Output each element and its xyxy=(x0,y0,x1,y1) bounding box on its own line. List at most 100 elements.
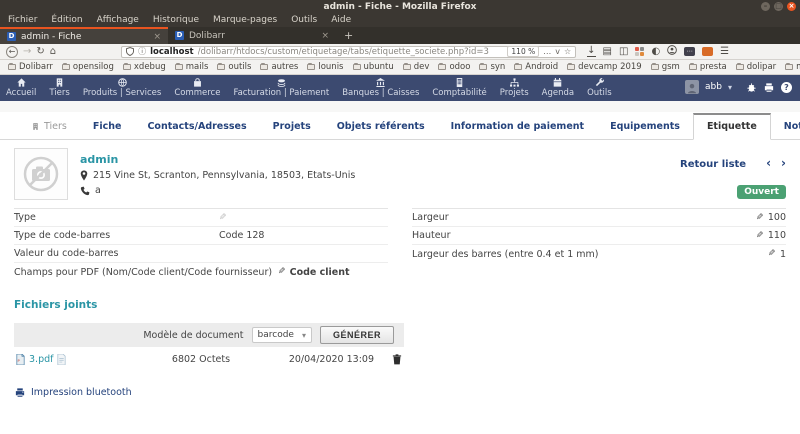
field-row-largeur: Largeur ✎100 xyxy=(412,209,786,227)
hamburger-menu-icon[interactable]: ☰ xyxy=(720,46,729,57)
pocket-icon[interactable]: v xyxy=(555,47,560,56)
menu-file[interactable]: Fichier xyxy=(8,15,37,25)
site-info-icon[interactable]: ⓘ xyxy=(138,46,146,57)
bug-icon[interactable] xyxy=(746,82,757,93)
edit-pencil-icon[interactable]: ✎ xyxy=(219,213,227,223)
close-button[interactable]: × xyxy=(787,2,796,11)
bookmark-folder[interactable]: ubuntu xyxy=(353,62,394,72)
sidebar-icon[interactable]: ◫ xyxy=(619,46,628,57)
calculator-icon xyxy=(454,77,465,88)
browser-tab-active[interactable]: D admin - Fiche × xyxy=(0,27,168,44)
tab-fiche[interactable]: Fiche xyxy=(80,115,135,139)
extension-badge-icon[interactable]: ⋯ xyxy=(684,47,695,56)
nav-facturation[interactable]: Facturation | Paiement xyxy=(233,77,329,98)
menu-view[interactable]: Affichage xyxy=(97,15,139,25)
nav-comptabilite[interactable]: Comptabilité xyxy=(432,77,486,98)
nav-commerce[interactable]: Commerce xyxy=(174,77,220,98)
container-icon[interactable]: ◐ xyxy=(651,46,660,57)
tab-information-paiement[interactable]: Information de paiement xyxy=(438,115,597,139)
minimize-button[interactable]: – xyxy=(761,2,770,11)
user-login[interactable]: abb xyxy=(705,82,722,92)
library-icon[interactable]: ▤ xyxy=(603,46,612,57)
help-icon[interactable]: ? xyxy=(781,82,792,93)
new-tab-button[interactable]: + xyxy=(336,27,361,44)
bookmark-folder[interactable]: autres xyxy=(260,62,298,72)
record-name: admin xyxy=(80,153,355,166)
bookmark-folder[interactable]: odoo xyxy=(438,62,470,72)
tab-notes[interactable]: Notes xyxy=(771,115,800,139)
tab-close-icon[interactable]: × xyxy=(153,32,161,42)
file-link[interactable]: 3.pdf xyxy=(29,354,53,365)
bookmark-folder[interactable]: syn xyxy=(479,62,505,72)
menu-bookmarks[interactable]: Marque-pages xyxy=(213,15,277,25)
document-model-select[interactable]: barcode ▾ xyxy=(252,327,312,343)
account-icon[interactable] xyxy=(667,45,677,58)
delete-trash-icon[interactable] xyxy=(392,354,402,365)
downloads-icon[interactable]: ↓ xyxy=(587,47,595,57)
prev-record-icon[interactable]: ‹ xyxy=(766,156,771,170)
tab-projets[interactable]: Projets xyxy=(260,115,324,139)
nav-produits-services[interactable]: Produits | Services xyxy=(83,77,162,98)
nav-banques[interactable]: Banques | Caisses xyxy=(342,77,419,98)
bookmark-folder[interactable]: opensilog xyxy=(62,62,114,72)
tab-contacts-adresses[interactable]: Contacts/Adresses xyxy=(134,115,259,139)
user-avatar[interactable] xyxy=(685,80,699,94)
record-phone[interactable]: a xyxy=(95,185,101,196)
attachments-section: Fichiers joints Modèle de document barco… xyxy=(0,281,800,371)
menu-help[interactable]: Aide xyxy=(331,15,351,25)
nav-outils[interactable]: Outils xyxy=(587,77,612,98)
next-record-icon[interactable]: › xyxy=(781,156,786,170)
nav-accueil[interactable]: Accueil xyxy=(6,77,36,98)
addon-icon[interactable] xyxy=(702,47,713,56)
extension-grid-icon[interactable] xyxy=(635,47,644,56)
bookmark-star-icon[interactable]: ☆ xyxy=(564,47,571,56)
menu-edit[interactable]: Édition xyxy=(51,15,82,25)
reload-button[interactable]: ↻ xyxy=(36,46,44,58)
tab-objets-referents[interactable]: Objets référents xyxy=(324,115,438,139)
bookmark-folder[interactable]: gsm xyxy=(651,62,680,72)
bluetooth-print-link[interactable]: Impression bluetooth xyxy=(31,387,132,398)
nav-agenda[interactable]: Agenda xyxy=(542,77,574,98)
bookmark-folder[interactable]: Dolibarr xyxy=(8,62,53,72)
folder-icon xyxy=(175,64,183,70)
generate-button[interactable]: GÉNÉRER xyxy=(320,326,394,344)
edit-pencil-icon[interactable]: ✎ xyxy=(756,231,764,241)
bookmark-folder[interactable]: xdebug xyxy=(123,62,166,72)
maximize-button[interactable]: □ xyxy=(774,2,783,11)
bookmark-folder[interactable]: mails xyxy=(175,62,209,72)
bookmark-folder[interactable]: dev xyxy=(403,62,430,72)
dolibarr-subbar xyxy=(0,101,800,112)
file-status-icon[interactable] xyxy=(57,354,66,365)
bookmark-folder[interactable]: devcamp 2019 xyxy=(567,62,642,72)
tab-etiquette[interactable]: Etiquette xyxy=(693,113,771,140)
nav-tiers[interactable]: Tiers xyxy=(49,77,69,98)
window-controls: – □ × xyxy=(761,2,796,11)
bookmark-folder[interactable]: presta xyxy=(689,62,727,72)
home-button[interactable]: ⌂ xyxy=(50,46,56,58)
nav-projets[interactable]: Projets xyxy=(500,77,529,98)
user-caret-icon[interactable]: ▾ xyxy=(728,83,732,92)
back-button[interactable]: ← xyxy=(6,46,18,58)
tab-close-icon[interactable]: × xyxy=(321,31,329,41)
bookmark-folder[interactable]: lounis xyxy=(307,62,343,72)
url-bar[interactable]: ⓘ localhost /dolibarr/htdocs/custom/etiq… xyxy=(121,46,576,58)
tab-equipements[interactable]: Equipements xyxy=(597,115,693,139)
menu-tools[interactable]: Outils xyxy=(291,15,317,25)
bookmark-folder[interactable]: marseille xyxy=(785,62,800,72)
edit-pencil-icon[interactable]: ✎ xyxy=(756,213,764,223)
back-to-list-link[interactable]: Retour liste xyxy=(680,159,746,170)
shield-icon[interactable] xyxy=(126,47,134,56)
toolbar-icons: ↓ ▤ ◫ ◐ ⋯ ☰ xyxy=(587,45,729,58)
status-badge: Ouvert xyxy=(737,185,786,199)
edit-pencil-icon[interactable]: ✎ xyxy=(768,249,776,259)
zoom-level-badge[interactable]: 110 % xyxy=(507,46,539,57)
bookmark-folder[interactable]: outils xyxy=(217,62,251,72)
page-actions-icon[interactable]: … xyxy=(543,47,551,56)
edit-pencil-icon[interactable]: ✎ xyxy=(278,267,286,277)
print-icon[interactable] xyxy=(763,82,775,93)
browser-tab-inactive[interactable]: D Dolibarr × xyxy=(168,27,336,44)
forward-button[interactable]: → xyxy=(23,46,31,58)
menu-history[interactable]: Historique xyxy=(153,15,199,25)
bookmark-folder[interactable]: Android xyxy=(514,62,558,72)
bookmark-folder[interactable]: dolipar xyxy=(736,62,776,72)
